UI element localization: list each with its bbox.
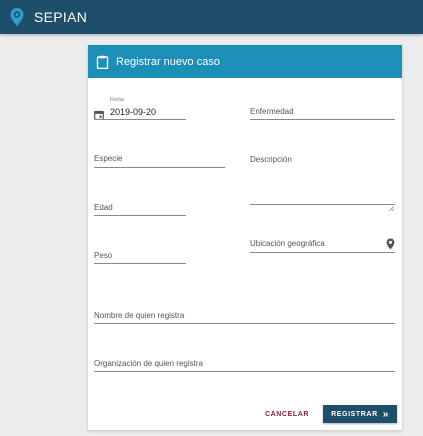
disease-underline <box>250 119 395 120</box>
register-button[interactable]: REGISTRAR » <box>323 405 397 423</box>
age-field-label: Edad <box>94 203 113 212</box>
species-field-label: Especie <box>94 154 123 163</box>
registrant-organization-field[interactable]: Organización de quien registra <box>94 356 395 372</box>
cancel-button[interactable]: CANCELAR <box>262 406 312 422</box>
location-field-label: Ubicación geográfica <box>250 239 325 248</box>
app-bar: SEPIAN <box>0 0 423 34</box>
registrant-organization-field-label: Organización de quien registra <box>94 359 203 368</box>
description-field[interactable]: Descripción <box>250 152 395 212</box>
date-value: 2019-09-20 <box>110 107 157 117</box>
registrant-organization-underline <box>94 371 395 372</box>
card-title: Registrar nuevo caso <box>116 55 220 68</box>
age-field[interactable]: Edad <box>94 200 186 216</box>
weight-field[interactable]: Peso <box>94 248 186 264</box>
location-pin-icon[interactable] <box>386 237 395 250</box>
location-underline <box>250 252 395 253</box>
date-field-label: Fecha <box>110 97 124 103</box>
weight-field-label: Peso <box>94 251 113 260</box>
double-chevron-right-icon: » <box>382 408 389 420</box>
species-field[interactable]: Especie <box>94 151 225 168</box>
date-field[interactable]: Fecha 2019-09-20 <box>94 97 186 121</box>
app-title: SEPIAN <box>34 9 88 25</box>
calendar-icon[interactable] <box>94 107 104 121</box>
disease-field-label: Enfermedad <box>250 107 294 116</box>
description-field-label: Descripción <box>250 155 292 164</box>
registrant-name-underline <box>94 323 395 324</box>
resize-handle-icon[interactable] <box>388 198 395 212</box>
disease-field[interactable]: Enfermedad <box>250 104 395 120</box>
card-header: Registrar nuevo caso <box>88 45 402 78</box>
location-pin-logo-icon <box>9 7 25 27</box>
species-underline <box>94 167 225 168</box>
registrant-name-field[interactable]: Nombre de quien registra <box>94 308 395 324</box>
register-button-label: REGISTRAR <box>331 410 378 418</box>
location-field[interactable]: Ubicación geográfica <box>250 237 395 253</box>
weight-underline <box>94 263 186 264</box>
date-underline <box>94 119 186 120</box>
age-underline <box>94 215 186 216</box>
description-underline <box>250 204 395 205</box>
registrant-name-field-label: Nombre de quien registra <box>94 311 185 320</box>
clipboard-icon <box>96 55 109 69</box>
